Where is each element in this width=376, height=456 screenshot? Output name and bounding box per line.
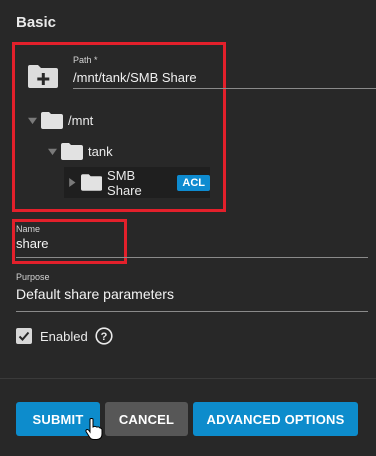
- folder-icon: [41, 112, 63, 129]
- advanced-options-button[interactable]: ADVANCED OPTIONS: [193, 402, 358, 436]
- tree-node-tank[interactable]: tank: [48, 143, 113, 160]
- caret-down-icon[interactable]: [48, 147, 57, 156]
- folder-icon: [80, 174, 103, 191]
- name-label: Name: [16, 224, 41, 234]
- section-title: Basic: [16, 14, 57, 31]
- tree-node-label: tank: [88, 144, 113, 159]
- footer-divider: [0, 378, 376, 379]
- enabled-checkbox[interactable]: [16, 328, 32, 344]
- folder-icon: [61, 143, 83, 160]
- tree-node-mnt[interactable]: /mnt: [28, 112, 93, 129]
- check-icon: [18, 331, 30, 341]
- help-icon[interactable]: ?: [95, 327, 113, 345]
- folder-add-icon[interactable]: [28, 64, 58, 88]
- purpose-select[interactable]: Default share parameters: [16, 286, 368, 312]
- tree-node-label: SMB Share: [107, 167, 142, 198]
- enabled-label: Enabled: [40, 328, 88, 344]
- caret-right-icon[interactable]: [68, 178, 76, 187]
- svg-text:?: ?: [100, 331, 107, 343]
- path-label: Path *: [73, 55, 98, 65]
- name-input[interactable]: share: [16, 236, 368, 258]
- purpose-label: Purpose: [16, 272, 50, 282]
- hand-cursor-icon: [85, 418, 103, 440]
- acl-badge[interactable]: ACL: [177, 174, 211, 191]
- cancel-button[interactable]: CANCEL: [105, 402, 188, 436]
- tree-node-label: /mnt: [68, 113, 94, 128]
- tree-node-smb-share[interactable]: SMB Share ACL: [64, 167, 211, 198]
- path-input[interactable]: /mnt/tank/SMB Share: [73, 69, 376, 89]
- enabled-row: Enabled ?: [16, 327, 113, 345]
- caret-down-icon[interactable]: [28, 116, 37, 125]
